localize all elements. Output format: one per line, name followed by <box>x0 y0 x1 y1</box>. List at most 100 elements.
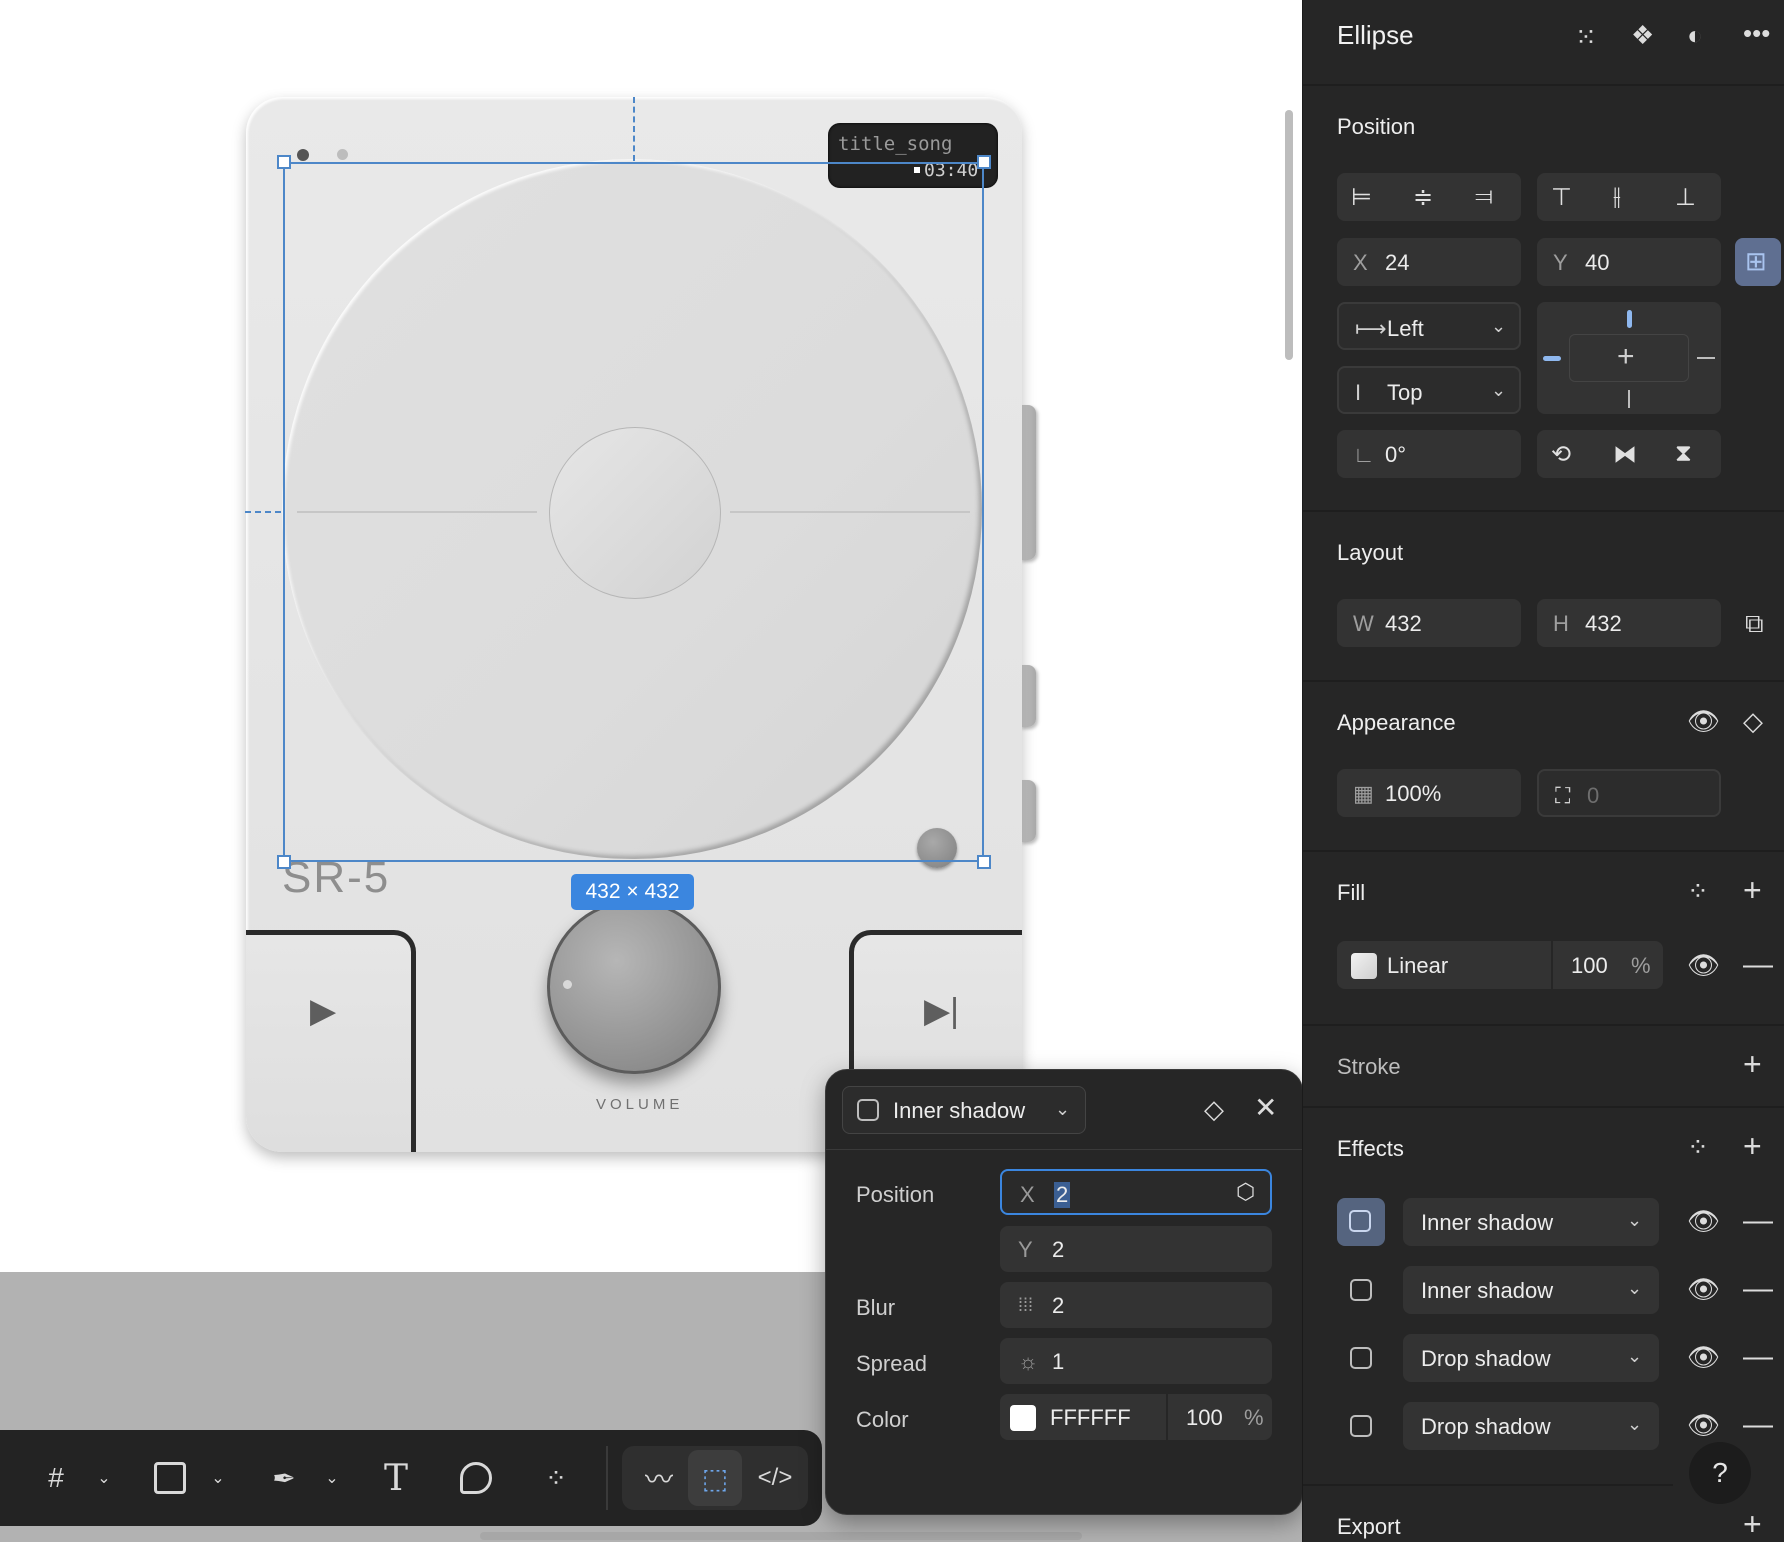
eye-icon[interactable]: 👁 <box>1687 708 1720 734</box>
spread-input[interactable]: ☼ 1 <box>1000 1338 1272 1384</box>
eye-icon[interactable]: 👁 <box>1687 952 1720 978</box>
device-side-button <box>1020 780 1036 842</box>
effect-checkbox[interactable] <box>1350 1279 1372 1301</box>
effect-toggle-active[interactable] <box>1337 1198 1385 1246</box>
constraint-right[interactable] <box>1697 357 1715 359</box>
chevron-down-icon[interactable]: ⌄ <box>206 1450 230 1506</box>
code-icon[interactable]: </> <box>748 1450 802 1506</box>
opacity-input[interactable]: ▦ 100% <box>1337 769 1521 817</box>
flip-horizontal-icon[interactable]: ⧓ <box>1613 440 1637 469</box>
fill-swatch[interactable] <box>1351 953 1377 979</box>
close-icon[interactable]: ✕ <box>1254 1094 1277 1122</box>
help-button[interactable]: ? <box>1689 1442 1751 1504</box>
align-bottom-icon[interactable]: ⊥ <box>1675 183 1696 212</box>
effect-checkbox[interactable] <box>857 1099 879 1121</box>
plus-icon: + <box>1617 340 1635 373</box>
design-mode-icon[interactable]: ⬚ <box>688 1450 742 1506</box>
vertical-constraint-select[interactable]: I Top ⌄ <box>1337 366 1521 414</box>
components-icon[interactable]: ⁘ <box>534 1450 578 1506</box>
align-left-icon[interactable]: ⊨ <box>1351 183 1372 212</box>
remove-icon[interactable]: — <box>1743 1342 1773 1372</box>
rotate-icon[interactable]: ⟲ <box>1551 440 1571 469</box>
height-input[interactable]: H 432 <box>1537 599 1721 647</box>
more-icon[interactable]: ••• <box>1743 20 1770 46</box>
resize-handle-top-left[interactable] <box>277 155 291 169</box>
comment-icon[interactable] <box>454 1450 498 1506</box>
blend-drop-icon[interactable]: ◇ <box>1204 1096 1224 1122</box>
resize-handle-bottom-left[interactable] <box>277 855 291 869</box>
rectangle-icon[interactable] <box>148 1450 192 1506</box>
add-icon[interactable]: + <box>1743 1048 1762 1080</box>
fill-row[interactable]: Linear 100 % <box>1337 941 1663 989</box>
blur-input[interactable]: ⁞⁞⁞ 2 <box>1000 1282 1272 1328</box>
eye-icon[interactable]: 👁 <box>1687 1276 1720 1302</box>
effect-select[interactable]: Drop shadow ⌄ <box>1403 1334 1659 1382</box>
add-icon[interactable]: + <box>1743 1130 1762 1162</box>
align-center-icon[interactable]: ≑ <box>1413 183 1433 212</box>
color-input[interactable]: FFFFFF 100 % <box>1000 1394 1272 1440</box>
chevron-down-icon[interactable]: ⌄ <box>320 1450 344 1506</box>
play-pad[interactable]: ▶ <box>246 930 416 1152</box>
selection-box[interactable] <box>283 162 984 862</box>
corner-radius-input[interactable]: ⛶ 0 <box>1537 769 1721 817</box>
blend-drop-icon[interactable]: ◇ <box>1743 708 1763 734</box>
flip-vertical-icon[interactable]: ⧗ <box>1675 440 1692 468</box>
align-right-icon[interactable]: ⫤ <box>1475 183 1493 211</box>
constraint-bottom[interactable] <box>1628 390 1630 408</box>
add-icon[interactable]: + <box>1743 1508 1762 1540</box>
eye-icon[interactable]: 👁 <box>1687 1208 1720 1234</box>
remove-icon[interactable]: — <box>1743 1410 1773 1440</box>
resize-handle-top-right[interactable] <box>977 155 991 169</box>
constraints-toggle[interactable]: ⊞ <box>1735 238 1781 286</box>
align-top-icon[interactable]: ⊤ <box>1551 183 1572 212</box>
horizontal-scrollbar[interactable] <box>480 1532 1082 1540</box>
remove-icon[interactable]: — <box>1743 1206 1773 1236</box>
x-input[interactable]: X 24 <box>1337 238 1521 286</box>
constraint-left[interactable] <box>1543 356 1561 361</box>
eye-icon[interactable]: 👁 <box>1687 1344 1720 1370</box>
layer-title: Ellipse <box>1337 20 1414 50</box>
vertical-scrollbar[interactable] <box>1285 110 1293 360</box>
effect-select[interactable]: Inner shadow ⌄ <box>1403 1198 1659 1246</box>
rotation-input[interactable]: ∟ 0° <box>1337 430 1521 478</box>
color-swatch[interactable] <box>1010 1405 1036 1431</box>
chevron-down-icon: ⌄ <box>1627 1414 1643 1434</box>
constraint-top[interactable] <box>1627 310 1632 328</box>
chevron-down-icon[interactable]: ⌄ <box>92 1450 116 1506</box>
shadow-y-input[interactable]: Y 2 <box>1000 1226 1272 1272</box>
resize-handle-bottom-right[interactable] <box>977 855 991 869</box>
pen-icon[interactable]: ✒ <box>262 1450 306 1506</box>
eye-icon[interactable]: 👁 <box>1687 1412 1720 1438</box>
effect-checkbox[interactable] <box>1350 1415 1372 1437</box>
layout-section-title: Layout <box>1337 540 1404 565</box>
styles-icon[interactable]: ⁘ <box>1687 878 1709 904</box>
resize-icon[interactable]: ⧉ <box>1745 610 1764 636</box>
add-icon[interactable]: + <box>1743 874 1762 906</box>
volume-knob[interactable] <box>547 900 721 1074</box>
width-input[interactable]: W 432 <box>1337 599 1521 647</box>
remove-icon[interactable]: — <box>1743 1274 1773 1304</box>
frame-icon[interactable]: # <box>34 1450 78 1506</box>
contrast-icon[interactable]: ◐ <box>1687 22 1703 48</box>
variable-icon[interactable]: ⬡ <box>1236 1181 1255 1203</box>
remove-icon[interactable]: — <box>1743 950 1773 980</box>
shadow-x-input[interactable]: X 2 ⬡ <box>1000 1169 1272 1215</box>
horizontal-constraint-select[interactable]: ⟼ Left ⌄ <box>1337 302 1521 350</box>
align-middle-icon[interactable]: ⫲ <box>1613 183 1621 211</box>
text-icon[interactable]: T <box>374 1450 418 1506</box>
styles-icon[interactable]: ⁘ <box>1687 1134 1709 1160</box>
spread-label: Spread <box>856 1351 927 1376</box>
effect-select[interactable]: Inner shadow ⌄ <box>1403 1266 1659 1314</box>
constraint-widget[interactable]: + <box>1537 302 1721 414</box>
effect-select[interactable]: Drop shadow ⌄ <box>1403 1402 1659 1450</box>
layout-grid-icon[interactable]: ⁙ <box>1575 24 1597 50</box>
y-input[interactable]: Y 40 <box>1537 238 1721 286</box>
effect-type-select[interactable]: Inner shadow ⌄ <box>842 1086 1086 1134</box>
component-icon[interactable]: ❖ <box>1631 22 1654 48</box>
blur-value: 2 <box>1052 1293 1065 1318</box>
w-prefix: W <box>1353 611 1374 636</box>
percent-sign: % <box>1631 953 1651 978</box>
effect-checkbox[interactable] <box>1350 1347 1372 1369</box>
draw-icon[interactable]: 〰 <box>632 1450 686 1506</box>
guide-horizontal <box>245 511 281 513</box>
